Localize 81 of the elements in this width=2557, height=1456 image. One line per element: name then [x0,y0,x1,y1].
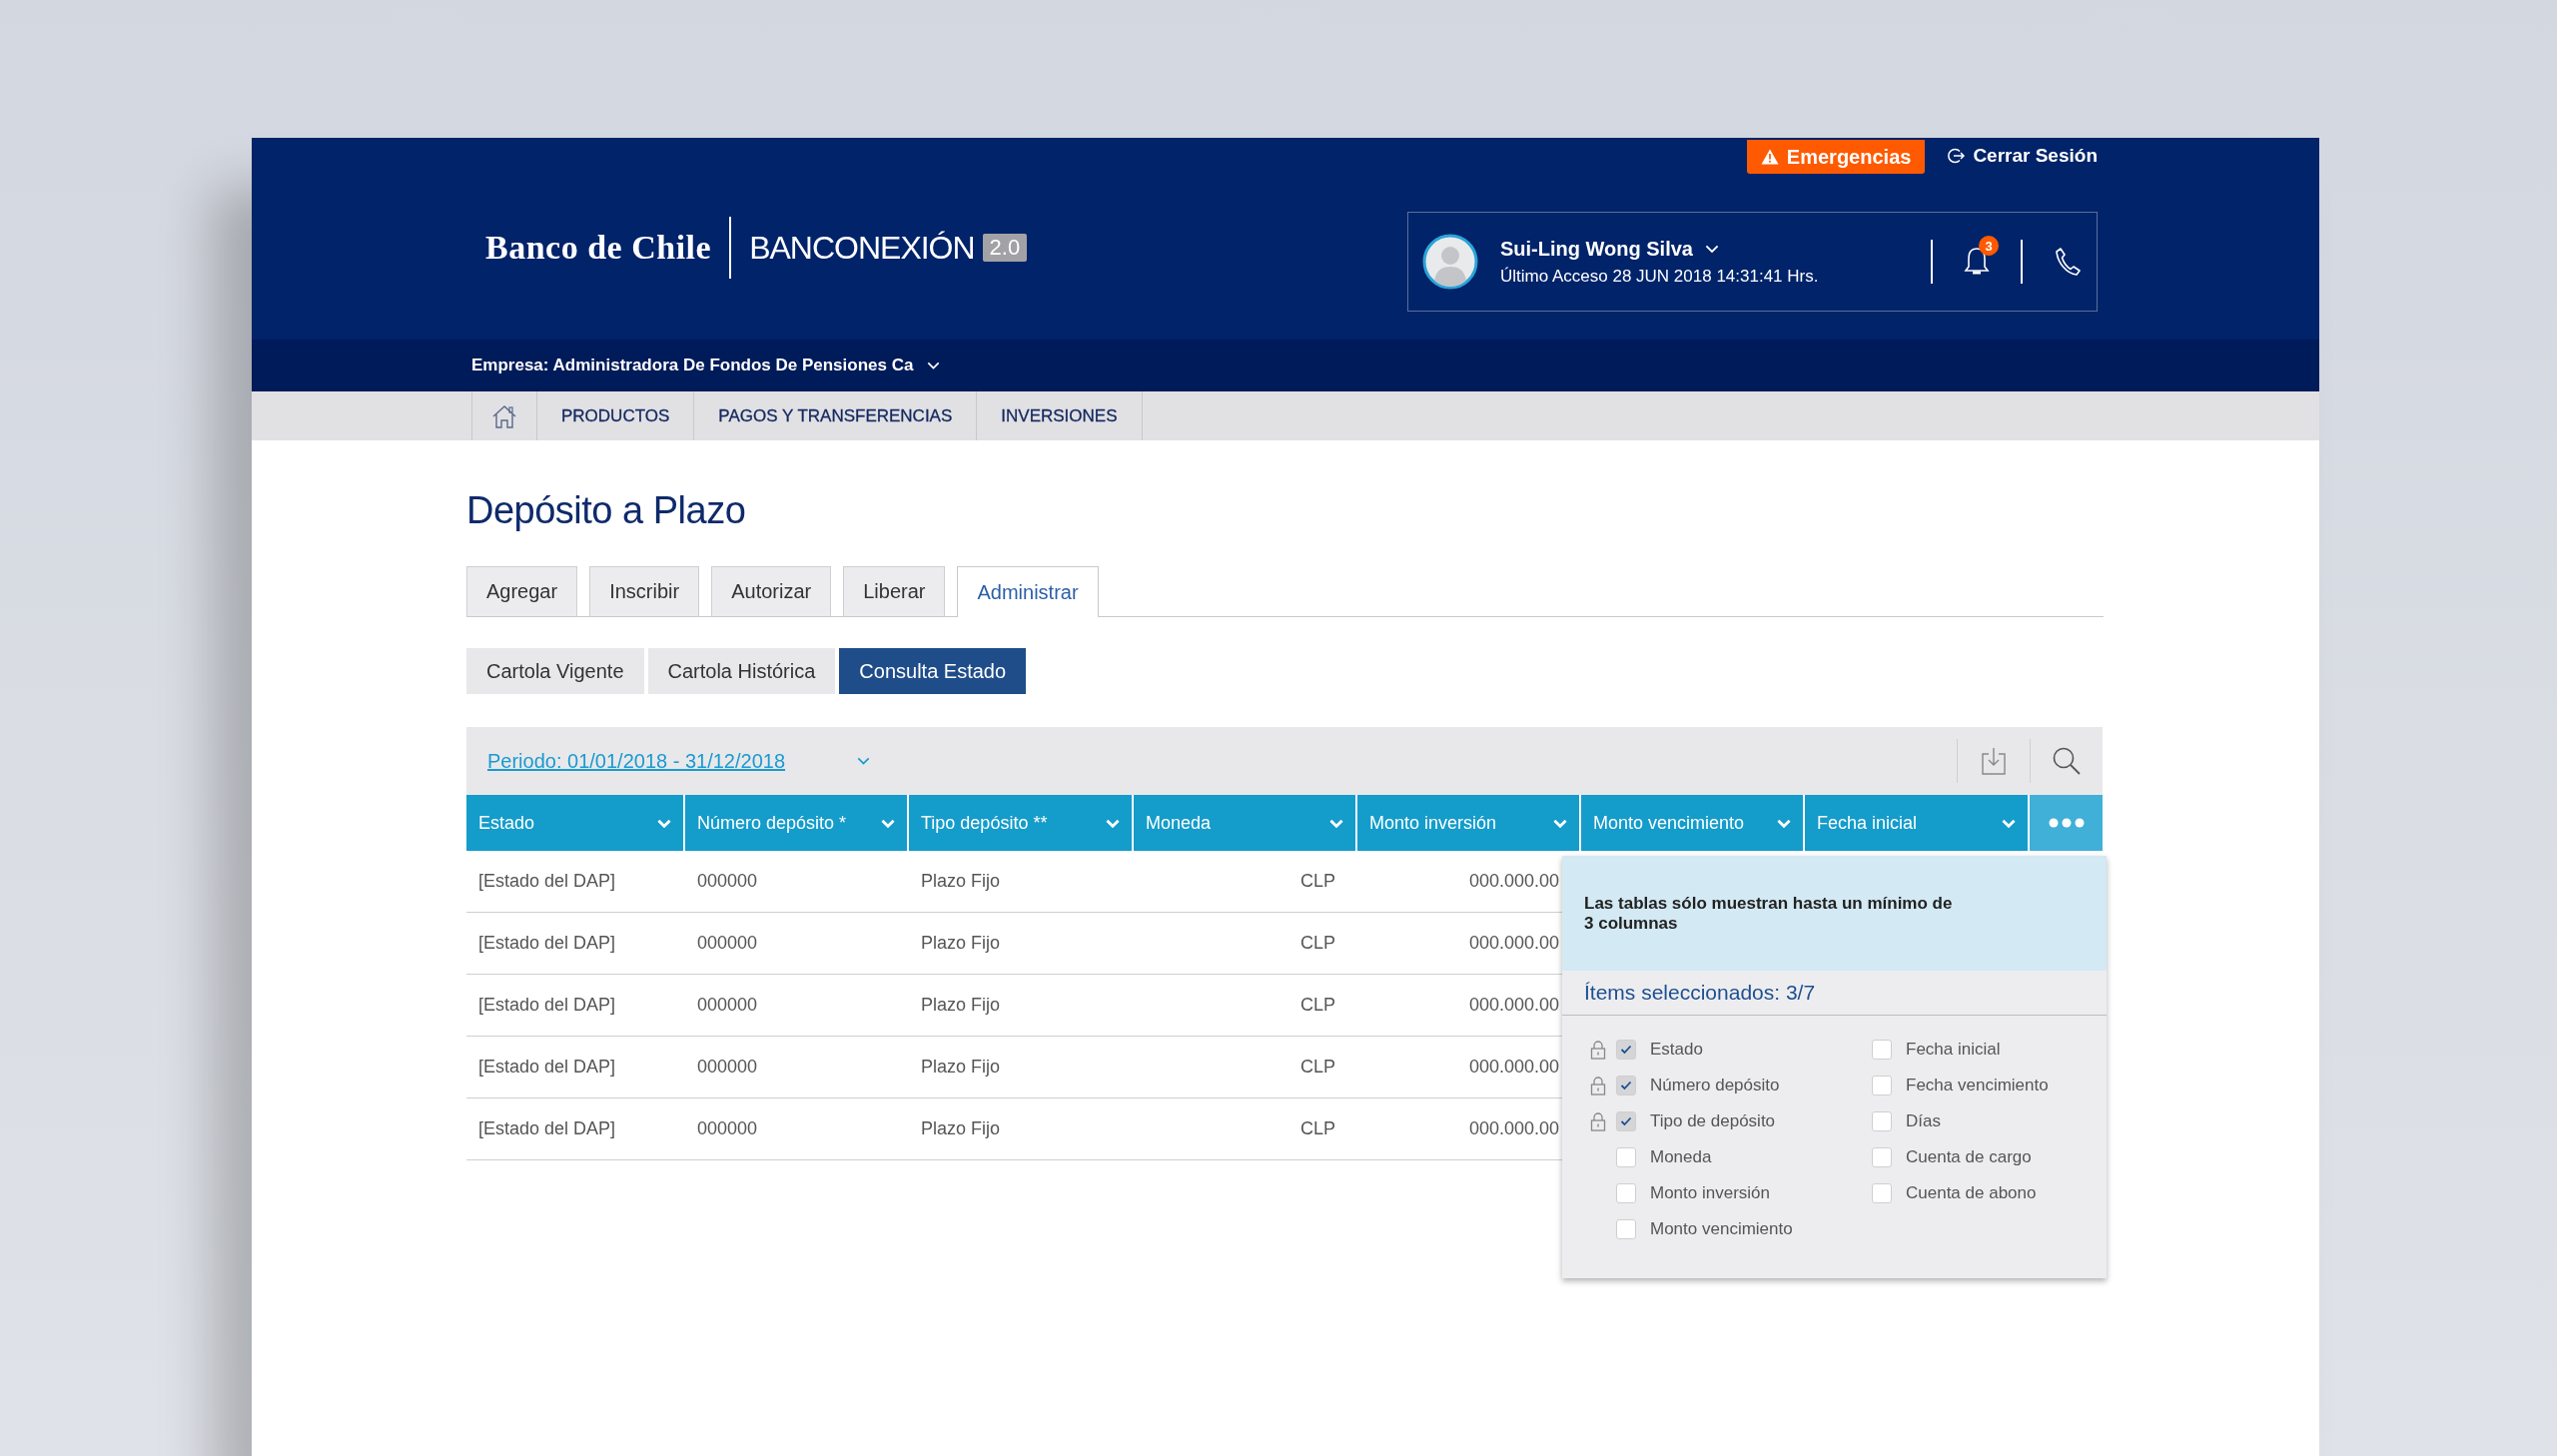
option-label[interactable]: Monto inversión [1650,1183,1770,1203]
info-message: Las tablas sólo muestran hasta un mínimo de 3 columnas [1584,893,1954,934]
table-cell-text: [Estado del DAP] [477,1056,617,1079]
nav-item[interactable]: PAGOS Y TRANSFERENCIAS [694,391,978,440]
option-label[interactable]: Tipo de depósito [1650,1111,1776,1131]
table-cell-text: 000000 [696,932,759,955]
tab[interactable]: Administrar [957,566,1099,617]
option-label[interactable]: Fecha vencimiento [1906,1076,2049,1095]
company-selector[interactable]: Empresa: Administradora De Fondos De Pensiones Ca [471,356,914,375]
option-label[interactable]: Días [1906,1111,1941,1131]
option-label[interactable]: Cuenta de abono [1906,1183,2037,1203]
table-cell-text: [Estado del DAP] [477,994,617,1017]
download-icon[interactable] [1980,746,2008,776]
checkbox[interactable] [1872,1111,1892,1131]
table-cell-text: Plazo Fijo [920,870,1002,893]
table-cell-text: 000.000.00 [1467,994,1560,1017]
option-label[interactable]: Monto vencimiento [1650,1219,1793,1239]
checkbox[interactable] [1616,1111,1636,1131]
table-cell-text: 000000 [696,1056,759,1079]
sub-tab[interactable]: Consulta Estado [839,648,1027,694]
more-icon[interactable] [2048,818,2085,828]
table-cell-text: [Estado del DAP] [477,870,617,893]
page-title: Depósito a Plazo [466,488,747,533]
tab[interactable]: Agregar [466,566,578,616]
option-label[interactable]: Cuenta de cargo [1906,1147,2032,1167]
nav-item[interactable]: PRODUCTOS [537,391,695,440]
checkbox[interactable] [1616,1076,1636,1095]
checkbox[interactable] [1616,1040,1636,1060]
bank-logo: Banco de Chile [485,229,712,267]
sub-tab[interactable]: Cartola Histórica [647,648,836,694]
logout-icon [1947,147,1966,165]
table-cell-text: 000.000.00 [1467,1056,1560,1079]
tab[interactable]: Inscribir [589,566,700,616]
table-cell-text: CLP [1299,932,1336,955]
checkbox[interactable] [1872,1040,1892,1060]
option-label[interactable]: Número depósito [1650,1076,1780,1095]
user-name[interactable]: Sui-Ling Wong Silva [1500,237,1693,261]
checkbox[interactable] [1616,1219,1636,1239]
selection-summary: Ítems seleccionados: 3/7 [1562,971,2107,1016]
avatar-icon [1422,234,1478,290]
table-cell-text: 000.000.00 [1467,932,1560,955]
table-cell-text: Plazo Fijo [920,1117,1002,1140]
table-cell-text: [Estado del DAP] [477,932,617,955]
version-badge: 2.0 [982,234,1028,262]
warning-icon [1760,149,1779,165]
product-name: BANCONEXIÓN [749,229,975,267]
sub-tab[interactable]: Cartola Vigente [466,648,644,694]
table-cell-text: CLP [1299,870,1336,893]
table-cell-text: 000000 [696,994,759,1017]
last-access: Último Acceso 28 JUN 2018 14:31:41 Hrs. [1500,266,1820,287]
table-cell-text: [Estado del DAP] [477,1117,617,1140]
table-cell-text: 000000 [696,870,759,893]
table-cell-text: CLP [1299,1056,1336,1079]
table-cell-text: 000.000.00 [1467,870,1560,893]
table-cell-text: 000000 [696,1117,759,1140]
check-icon [1620,1116,1632,1126]
table-cell-text: 000.000.00 [1467,1117,1560,1140]
tab[interactable]: Liberar [843,566,946,616]
check-icon [1620,1081,1632,1091]
notification-badge: 3 [1979,236,1999,256]
table-cell-text: Plazo Fijo [920,994,1002,1017]
more-button[interactable] [2030,795,2103,851]
tab[interactable]: Autorizar [711,566,832,616]
checkbox[interactable] [1872,1147,1892,1167]
table-cell-text: CLP [1299,1117,1336,1140]
option-label[interactable]: Estado [1650,1040,1703,1060]
nav-item[interactable]: INVERSIONES [977,391,1143,440]
search-icon[interactable] [2052,746,2082,776]
checkbox[interactable] [1616,1147,1636,1167]
option-label[interactable]: Moneda [1650,1147,1712,1167]
checkbox[interactable] [1616,1183,1636,1203]
logout-link[interactable]: Cerrar Sesión [1947,138,2098,174]
check-icon [1620,1045,1632,1055]
table-cell-text: CLP [1299,994,1336,1017]
checkbox[interactable] [1872,1076,1892,1095]
phone-icon[interactable] [2053,246,2083,278]
option-label[interactable]: Fecha inicial [1906,1040,2001,1060]
table-cell-text: Plazo Fijo [920,1056,1002,1079]
checkbox[interactable] [1872,1183,1892,1203]
table-cell-text: Plazo Fijo [920,932,1002,955]
home-button[interactable] [471,391,537,440]
